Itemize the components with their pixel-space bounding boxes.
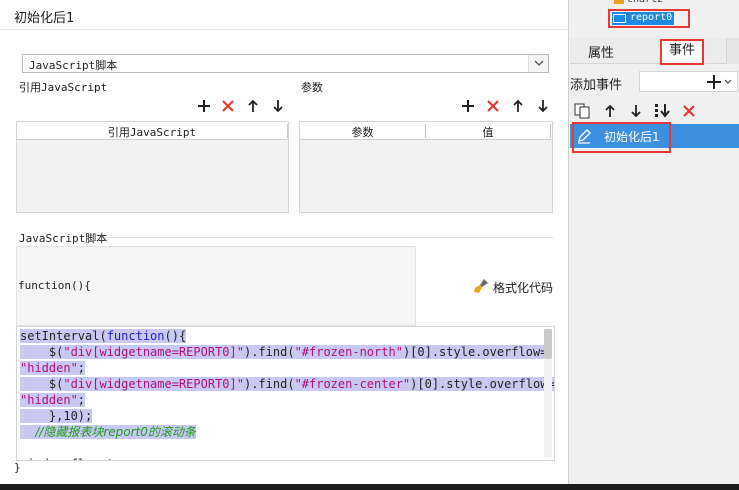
tab-events[interactable]: 事件 (660, 39, 704, 65)
code-token: ).find( (243, 377, 295, 391)
code-token: setInterval( (20, 329, 107, 343)
code-token: (){ (164, 329, 187, 343)
code-token: $( (20, 377, 64, 391)
code-token: )[0].style.overflow= (402, 345, 548, 359)
params-table-body (300, 140, 552, 212)
editor-scrollbar-thumb[interactable] (544, 329, 552, 359)
chevron-down-icon[interactable] (528, 55, 548, 72)
properties-panel: chart2 report0 属性 事件 添加事件 初始 (570, 0, 739, 484)
delete-icon[interactable] (681, 103, 697, 122)
move-up-icon[interactable] (245, 98, 261, 114)
code-editor[interactable]: setInterval(function(){ $("div[widgetnam… (16, 326, 555, 461)
group-divider (105, 237, 554, 238)
add-event-label: 添加事件 (570, 78, 623, 93)
move-up-icon[interactable] (510, 98, 526, 114)
taskbar-strip (0, 484, 739, 490)
column-header-value: 值 (482, 126, 494, 139)
code-token: "div[widgetname=REPORT0]" (63, 377, 244, 391)
code-token: "div[widgetname=REPORT0]" (63, 345, 244, 359)
highlight-box (572, 122, 671, 153)
tab-properties[interactable]: 属性 (588, 42, 614, 61)
event-toolbar (570, 100, 739, 122)
code-line: "hidden"; (20, 360, 86, 376)
script-type-select[interactable]: JavaScript脚本 (22, 54, 549, 73)
code-line: $("div[widgetname=REPORT0]").find("#froz… (20, 344, 548, 360)
code-token: //隐藏报表块report0的滚动条 (20, 425, 196, 439)
event-editor-dialog: 初始化后1 JavaScript脚本 引用JavaScript 引用JavaSc… (0, 0, 569, 484)
delete-icon[interactable] (220, 98, 236, 114)
function-header: function(){ (18, 279, 91, 292)
tab-overflow[interactable] (726, 38, 739, 64)
params-group-title: 参数 (301, 81, 323, 94)
code-line: window.flag=true; (20, 456, 143, 460)
references-table-header: 引用JavaScript (17, 122, 288, 140)
brush-icon (473, 278, 489, 297)
move-down-icon[interactable] (270, 98, 286, 114)
code-token: ; (77, 393, 86, 407)
references-group-title: 引用JavaScript (19, 81, 108, 94)
code-token: window.flag=true; (20, 457, 143, 460)
script-type-value: JavaScript脚本 (29, 59, 118, 72)
dialog-title: 初始化后1 (14, 11, 75, 26)
add-event-dropdown[interactable] (639, 71, 738, 92)
move-down-icon[interactable] (535, 98, 551, 114)
delete-icon[interactable] (485, 98, 501, 114)
sort-down-icon[interactable] (654, 102, 672, 123)
code-line: setInterval(function(){ (20, 328, 187, 344)
column-header-param: 参数 (351, 126, 374, 139)
code-token: },10); (20, 409, 93, 423)
code-token: "#frozen-north" (294, 345, 403, 359)
move-up-icon[interactable] (603, 103, 617, 122)
function-footer: } (14, 461, 21, 474)
report-icon (613, 14, 626, 23)
code-token: ).find( (243, 345, 295, 359)
code-token: "hidden" (20, 393, 78, 407)
params-table-header: 参数 值 (300, 122, 552, 140)
editor-scrollbar[interactable] (544, 329, 552, 457)
references-table[interactable]: 引用JavaScript (16, 121, 289, 213)
widget-chart-label: chart2 (627, 0, 663, 5)
code-line: $("div[widgetname=REPORT0]").find("#froz… (20, 376, 555, 392)
code-token: ; (77, 361, 86, 375)
code-token: "hidden" (20, 361, 78, 375)
code-token: "#frozen-center" (294, 377, 411, 391)
code-line: "hidden"; (20, 392, 86, 408)
add-icon[interactable] (196, 98, 212, 114)
column-header-reference: 引用JavaScript (107, 126, 197, 139)
widget-tree-item-chart[interactable]: chart2 (614, 0, 663, 5)
code-line: },10); (20, 408, 93, 424)
widget-tree-item-report[interactable]: report0 (608, 9, 690, 28)
format-code-label: 格式化代码 (493, 281, 554, 295)
script-group-title: JavaScript脚本 (19, 232, 108, 245)
add-icon[interactable] (460, 98, 476, 114)
code-line: //隐藏报表块report0的滚动条 (20, 424, 196, 440)
move-down-icon[interactable] (629, 103, 643, 122)
references-table-body (17, 140, 288, 212)
add-event-icon[interactable] (706, 73, 734, 94)
copy-icon[interactable] (574, 103, 592, 122)
code-token: $( (20, 345, 64, 359)
code-token: )[0].style.overflow= (410, 377, 555, 391)
code-token: function (106, 329, 165, 343)
dialog-title-bar (0, 0, 569, 30)
params-table[interactable]: 参数 值 (299, 121, 553, 213)
chart-icon (614, 0, 624, 4)
